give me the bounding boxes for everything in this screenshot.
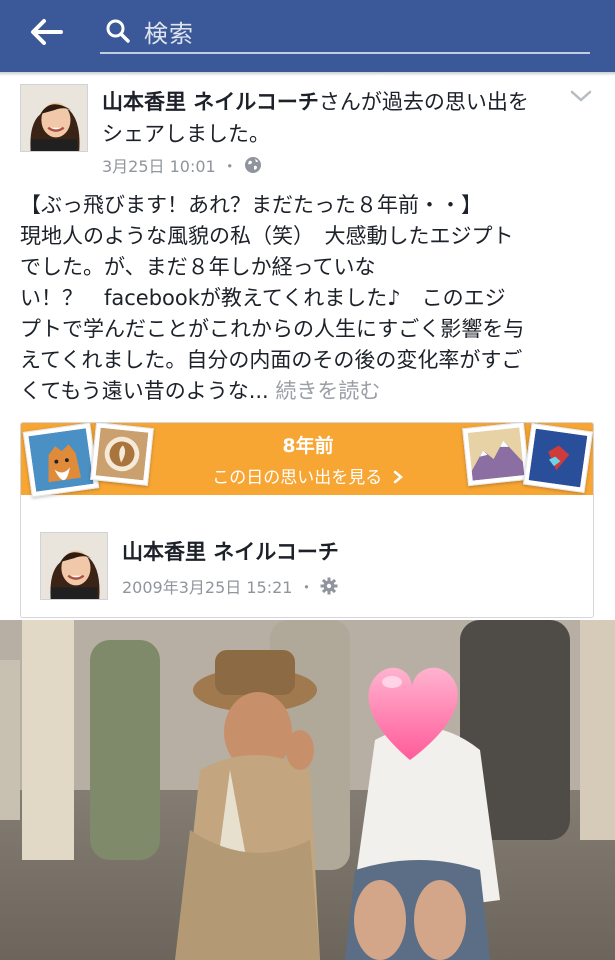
body-line: 現地人のような風貌の私（笑） 大感動したエジプト bbox=[20, 224, 514, 248]
back-button[interactable] bbox=[26, 12, 66, 52]
chevron-down-icon bbox=[570, 90, 592, 102]
shared-post-avatar[interactable] bbox=[40, 532, 108, 600]
top-bar: 検索 bbox=[0, 0, 615, 72]
read-more-link[interactable]: 続きを読む bbox=[275, 379, 380, 403]
body-line: い！？ facebookが教えてくれました♪ このエジ bbox=[20, 286, 506, 310]
shared-post-meta: 2009年3月25日 15:21 ・ bbox=[122, 574, 338, 598]
post-header: 山本香里 ネイルコーチさんが過去の思い出をシェアしました。 bbox=[102, 86, 542, 150]
chevron-right-icon bbox=[393, 470, 403, 484]
body-line-last: くてもう遠い昔のような... 続きを読む bbox=[20, 376, 600, 407]
meta-separator: ・ bbox=[298, 578, 315, 597]
topbar-shadow bbox=[0, 72, 615, 76]
gear-icon bbox=[320, 577, 338, 595]
meta-separator: ・ bbox=[221, 157, 238, 176]
search-bar[interactable]: 検索 bbox=[100, 10, 590, 54]
body-line: でした。が、まだ８年しか経っていな bbox=[20, 255, 376, 279]
see-memories-label: この日の思い出を見る bbox=[212, 468, 383, 488]
body-line: 【ぶっ飛びます！あれ？まだたった８年前・・】 bbox=[20, 193, 482, 217]
shared-post-timestamp[interactable]: 2009年3月25日 15:21 bbox=[122, 574, 292, 598]
body-line: くてもう遠い昔のような... bbox=[20, 379, 269, 403]
post-body: 【ぶっ飛びます！あれ？まだたった８年前・・】 現地人のような風貌の私（笑） 大感… bbox=[20, 190, 600, 407]
search-icon bbox=[100, 13, 136, 49]
arrow-left-icon bbox=[31, 19, 63, 45]
shared-post-author[interactable]: 山本香里 ネイルコーチ bbox=[122, 536, 339, 566]
memory-banner[interactable]: 8年前 この日の思い出を見る bbox=[21, 423, 593, 498]
post-menu-button[interactable] bbox=[568, 86, 594, 106]
body-line: えてくれました。自分の内面のその後の変化率がすご bbox=[20, 348, 523, 372]
author-avatar[interactable] bbox=[20, 84, 88, 152]
mountain-illustration bbox=[462, 423, 530, 487]
globe-icon bbox=[244, 156, 262, 174]
body-line: プトで学んだことがこれからの人生にすごく影響を与 bbox=[20, 317, 525, 341]
search-placeholder: 検索 bbox=[144, 19, 194, 48]
post-timestamp[interactable]: 3月25日 10:01 bbox=[102, 153, 216, 177]
post-meta: 3月25日 10:01 ・ bbox=[102, 153, 262, 177]
gem-illustration bbox=[522, 423, 593, 494]
shared-photo[interactable] bbox=[0, 620, 615, 960]
author-name[interactable]: 山本香里 ネイルコーチ bbox=[102, 90, 319, 114]
